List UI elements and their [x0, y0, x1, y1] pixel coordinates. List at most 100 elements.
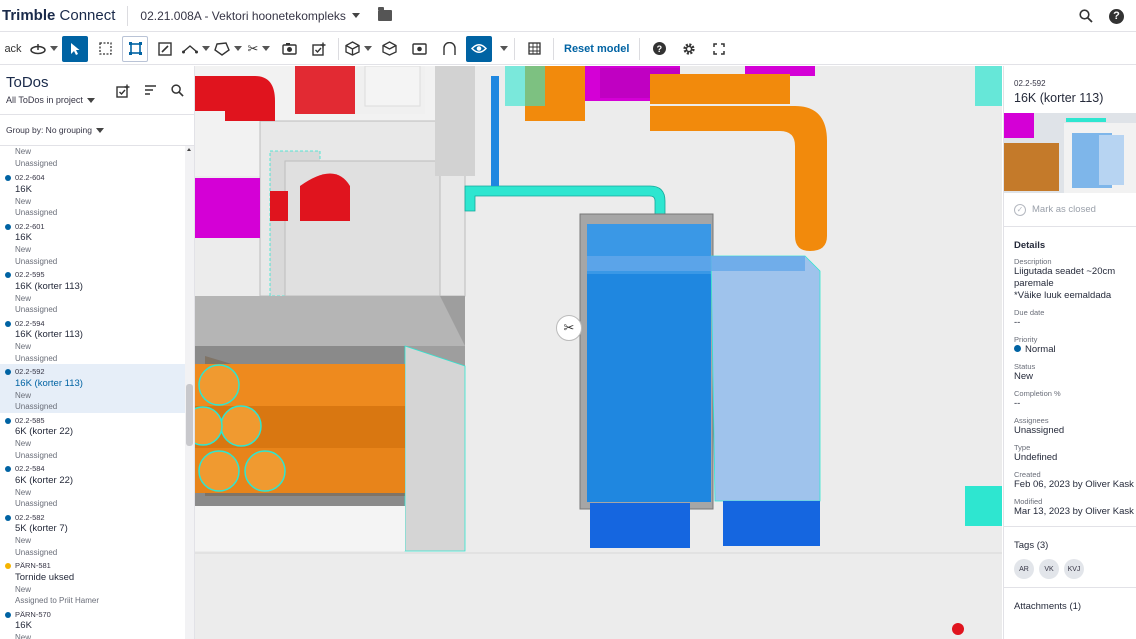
section-box-button[interactable] [122, 35, 148, 62]
todo-item-assignee: Assigned to Priit Hamer [15, 596, 100, 605]
area-select-button[interactable] [92, 36, 118, 62]
back-button[interactable]: ack [0, 36, 26, 62]
todo-item-assignee: Unassigned [15, 450, 58, 460]
chevron-down-icon [86, 97, 95, 103]
attachments-section: Attachments (1) [1004, 587, 1136, 612]
todo-list-item[interactable]: 02.2-604 16K New Unassigned [0, 170, 185, 219]
chevron-down-icon [500, 46, 508, 51]
chevron-down-icon [351, 13, 360, 18]
fullscreen-button[interactable] [706, 36, 732, 62]
todo-list-item[interactable]: PÄRN-581 Tornide uksed New Assigned to Prii… [0, 558, 185, 607]
detail-field-value[interactable]: Liigutada seadet ~20cm paremale *Väike l… [1014, 266, 1136, 302]
reset-model-button[interactable]: Reset model [560, 36, 633, 62]
todo-item-title: 6K (korter 22) [15, 474, 74, 486]
todo-list-item[interactable]: New Unassigned [0, 146, 185, 170]
orbit-tool-button[interactable] [30, 36, 58, 62]
todo-item-assignee: Unassigned [15, 208, 58, 217]
create-todo-button[interactable] [306, 36, 332, 62]
clip-tool-button[interactable]: ✂ [246, 36, 272, 62]
top-right-actions: ? [1079, 0, 1124, 32]
todo-title: 16K (korter 113) [1014, 91, 1104, 105]
todo-item-code: 02.2-582 [15, 512, 45, 522]
search-icon[interactable] [171, 84, 184, 97]
axis-indicator [952, 623, 964, 635]
group-by-dropdown[interactable]: Group by: No grouping [0, 114, 194, 146]
detail-field-label: Modified [1014, 497, 1043, 506]
scrollbar-thumb[interactable] [186, 384, 193, 446]
chevron-down-icon [262, 46, 271, 51]
object-view-button[interactable] [345, 36, 372, 62]
model-viewport[interactable]: ✂ [195, 66, 1002, 639]
check-circle-icon: ✓ [1014, 203, 1026, 216]
todo-snapshot-thumbnail[interactable] [1004, 113, 1136, 193]
mark-as-closed-button[interactable]: ✓ Mark as closed [1004, 193, 1136, 227]
detail-field-value[interactable]: -- [1014, 398, 1136, 410]
priority-dot [5, 320, 11, 327]
visibility-dropdown[interactable] [496, 36, 508, 62]
app-logo[interactable]: Trimble Connect [0, 7, 115, 24]
priority-dot [5, 175, 11, 181]
tag-chip[interactable]: VK [1039, 559, 1059, 579]
todo-list-item[interactable]: 02.2-595 16K (korter 113) New Unassigned [0, 267, 185, 316]
project-selector[interactable]: 02.21.008A - Vektori hoonetekompleks [140, 9, 360, 23]
shape-tool-button[interactable] [214, 36, 242, 62]
views-button[interactable] [406, 36, 432, 62]
detail-field-value[interactable]: Unassigned [1014, 425, 1136, 437]
attachments-title[interactable]: Attachments (1) [1004, 588, 1136, 612]
fullscreen-icon [713, 42, 726, 55]
todo-list-item[interactable]: 02.2-584 6K (korter 22) New Unassigned [0, 461, 185, 510]
todo-item-assignee: Unassigned [15, 402, 58, 411]
section-plane-handle[interactable]: ✂ [556, 315, 582, 341]
folder-icon[interactable] [377, 7, 392, 21]
detail-field-value[interactable]: Feb 06, 2023 by Oliver Kask [1014, 479, 1136, 491]
help-icon: ? [652, 42, 666, 55]
back-label: ack [4, 42, 22, 55]
tag-chip[interactable]: KVJ [1064, 559, 1084, 579]
section-box-icon [128, 42, 142, 55]
divider [127, 5, 129, 26]
snapshot-button[interactable] [276, 36, 302, 62]
snapshot-image [1004, 113, 1136, 193]
detail-field-value[interactable]: -- [1014, 317, 1136, 329]
tag-chip[interactable]: AR [1014, 559, 1034, 579]
help-icon[interactable]: ? [1109, 8, 1124, 24]
measure-icon [182, 44, 198, 53]
markup-button[interactable] [152, 36, 178, 62]
settings-button[interactable] [676, 36, 702, 62]
viewer-help-button[interactable]: ? [646, 36, 672, 62]
todo-list-item[interactable]: 02.2-592 16K (korter 113) New Unassigned [0, 364, 185, 413]
ghost-button[interactable] [436, 36, 462, 62]
todo-details-panel: 02.2-592 16K (korter 113) ✓ Mark as clos… [1003, 66, 1136, 639]
isolate-button[interactable] [376, 36, 402, 62]
todo-list-item[interactable]: 02.2-582 5K (korter 7) New Unassigned [0, 510, 185, 559]
model-browser-button[interactable] [521, 36, 547, 62]
todo-list-item[interactable]: 02.2-585 6K (korter 22) New Unassigned [0, 413, 185, 462]
detail-field-value[interactable]: Undefined [1014, 452, 1136, 464]
todo-item-code: 02.2-604 [15, 173, 45, 182]
detail-field: Due date -- [1004, 302, 1136, 329]
bim-model-render[interactable] [195, 66, 1002, 639]
todo-item-title: 16K [15, 183, 32, 195]
todo-item-code: PÄRN-581 [15, 561, 51, 570]
measure-tool-button[interactable] [182, 36, 210, 62]
gear-icon [683, 42, 696, 55]
search-icon[interactable] [1079, 9, 1093, 23]
todo-item-code: 02.2-594 [15, 318, 45, 328]
todo-actions [116, 84, 184, 98]
todo-list-item[interactable]: 02.2-594 16K (korter 113) New Unassigned [0, 316, 185, 365]
sort-icon[interactable] [144, 84, 157, 96]
priority-dot [5, 223, 11, 230]
scissors-icon: ✂ [563, 320, 575, 335]
todo-list-item[interactable]: 02.2-601 16K New Unassigned [0, 219, 185, 268]
todo-list-item[interactable]: PÄRN-570 16K New [0, 607, 185, 639]
detail-field-value[interactable]: Mar 13, 2023 by Oliver Kask [1014, 506, 1136, 518]
todo-add-icon[interactable] [116, 84, 130, 98]
scroll-up-arrow-icon[interactable] [187, 148, 191, 151]
detail-field-value[interactable]: Normal [1014, 344, 1136, 356]
detail-field-value[interactable]: New [1014, 371, 1136, 383]
todo-list-scrollbar[interactable] [185, 146, 194, 639]
tags-section: Tags (3) AR VK KVJ [1004, 526, 1136, 579]
visibility-button[interactable] [466, 35, 492, 62]
brand-name-bold: Trimble [2, 7, 56, 24]
select-tool-button[interactable] [62, 35, 88, 62]
